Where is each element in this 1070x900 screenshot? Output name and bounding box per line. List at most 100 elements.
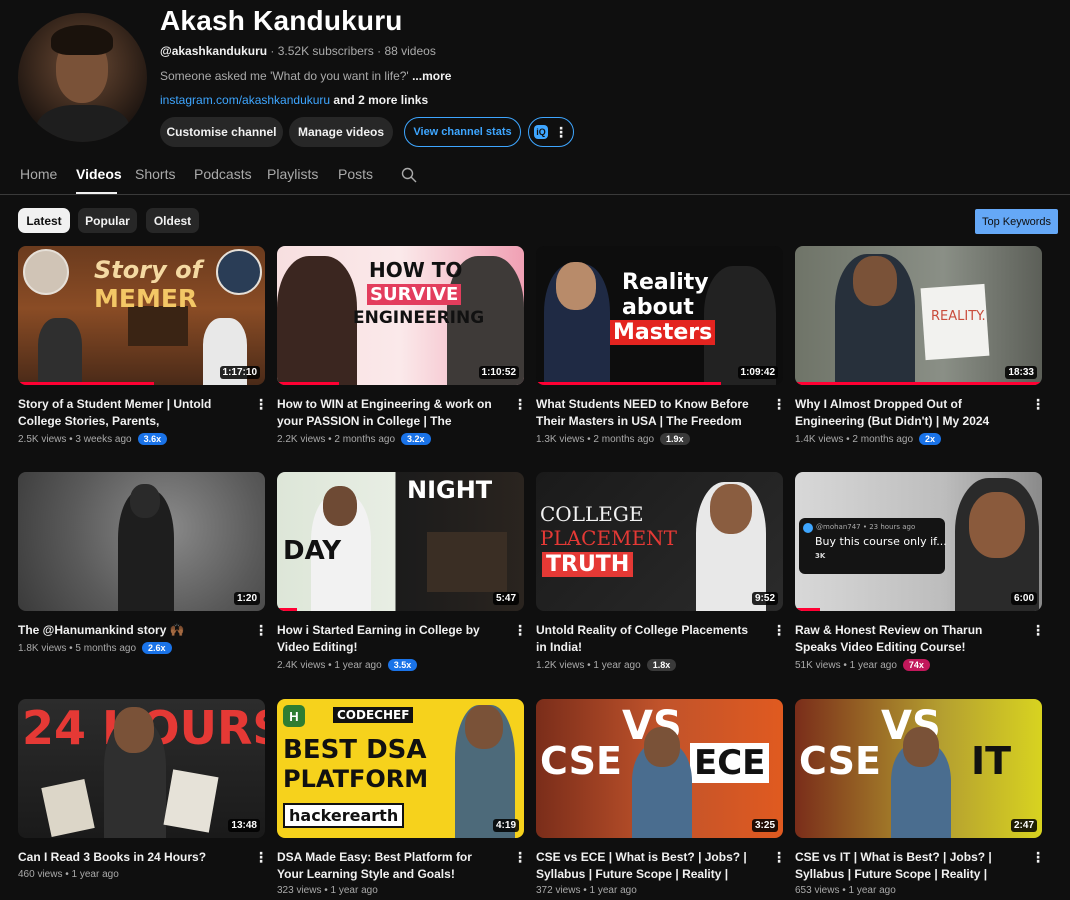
- upload-age: 1 year ago: [330, 885, 378, 896]
- more-vert-icon[interactable]: ⋮: [1031, 849, 1045, 866]
- customise-channel-button[interactable]: Customise channel: [160, 117, 283, 147]
- video-title[interactable]: DSA Made Easy: Best Platform for Your Le…: [277, 849, 499, 883]
- more-vert-icon: ⋮: [554, 124, 568, 140]
- extension-button[interactable]: iQ ⋮: [528, 117, 574, 147]
- search-icon[interactable]: [401, 167, 417, 183]
- description-more[interactable]: ...more: [412, 69, 451, 83]
- more-vert-icon[interactable]: ⋮: [513, 622, 527, 639]
- filter-oldest[interactable]: Oldest: [146, 208, 199, 233]
- video-title[interactable]: Can I Read 3 Books in 24 Hours?: [18, 849, 240, 866]
- view-count: 1.2K views: [536, 659, 585, 671]
- video-thumbnail[interactable]: CSE VS IT 2:47: [795, 699, 1042, 838]
- tab-playlists[interactable]: Playlists: [267, 166, 318, 182]
- outlier-badge: 3.2x: [401, 433, 431, 445]
- video-card[interactable]: DAY NIGHT 5:47 How i Started Earning in …: [277, 472, 527, 671]
- video-thumbnail[interactable]: Story of MEMER 1:17:10: [18, 246, 265, 385]
- more-vert-icon[interactable]: ⋮: [772, 396, 786, 413]
- tab-posts[interactable]: Posts: [338, 166, 373, 182]
- video-thumbnail[interactable]: 24 HOURS 13:48: [18, 699, 265, 838]
- watch-progress-bar: [277, 382, 339, 385]
- more-vert-icon[interactable]: ⋮: [1031, 622, 1045, 639]
- video-card[interactable]: Story of MEMER 1:17:10 Story of a Studen…: [18, 246, 268, 445]
- manage-videos-button[interactable]: Manage videos: [289, 117, 393, 147]
- instagram-link[interactable]: instagram.com/akashkandukuru: [160, 93, 330, 107]
- more-vert-icon[interactable]: ⋮: [254, 849, 268, 866]
- view-channel-stats-button[interactable]: View channel stats: [404, 117, 521, 147]
- video-thumbnail[interactable]: H CODECHEF BEST DSA PLATFORM hackerearth…: [277, 699, 524, 838]
- channel-header: Akash Kandukuru @akashkandukuru · 3.52K …: [0, 0, 1070, 155]
- thumbnail-text: TRUTH: [542, 552, 634, 577]
- thumbnail-text: REALITY.: [931, 309, 986, 324]
- video-title[interactable]: CSE vs IT | What is Best? | Jobs? | Syll…: [795, 849, 1017, 883]
- video-duration: 3:25: [751, 819, 778, 832]
- upload-age: 2 months ago: [593, 433, 655, 445]
- video-meta: 2.4K views • 1 year ago 3.5x: [277, 659, 418, 671]
- video-card[interactable]: CSE VS IT 2:47 CSE vs IT | What is Best?…: [795, 699, 1045, 896]
- video-card[interactable]: COLLEGE PLACEMENT TRUTH 9:52 Untold Real…: [536, 472, 786, 671]
- video-thumbnail[interactable]: CSE VS ECE 3:25: [536, 699, 783, 838]
- more-vert-icon[interactable]: ⋮: [513, 849, 527, 866]
- filter-popular[interactable]: Popular: [78, 208, 137, 233]
- video-card[interactable]: HOW TO SURVIVE ENGINEERING 1:10:52 How t…: [277, 246, 527, 445]
- video-duration: 18:33: [1005, 366, 1037, 379]
- video-card[interactable]: REALITY. 18:33 Why I Almost Dropped Out …: [795, 246, 1045, 445]
- top-keywords-button[interactable]: Top Keywords: [975, 209, 1058, 234]
- upload-age: 1 year ago: [848, 885, 896, 896]
- more-links[interactable]: and 2 more links: [330, 93, 428, 107]
- upload-age: 2 months ago: [334, 433, 396, 445]
- video-title[interactable]: Why I Almost Dropped Out of Engineering …: [795, 396, 1017, 430]
- tab-home[interactable]: Home: [20, 166, 57, 182]
- video-thumbnail[interactable]: DAY NIGHT 5:47: [277, 472, 524, 611]
- view-count: 2.2K views: [277, 433, 326, 445]
- thumbnail-text: Buy this course only if...: [815, 535, 947, 548]
- more-vert-icon[interactable]: ⋮: [772, 849, 786, 866]
- thumbnail-text: ECE: [690, 743, 770, 783]
- video-card[interactable]: 24 HOURS 13:48 Can I Read 3 Books in 24 …: [18, 699, 268, 880]
- video-thumbnail[interactable]: 1:20: [18, 472, 265, 611]
- channel-avatar[interactable]: [18, 13, 147, 142]
- video-meta: 460 views • 1 year ago: [18, 869, 119, 880]
- video-card[interactable]: H CODECHEF BEST DSA PLATFORM hackerearth…: [277, 699, 527, 896]
- outlier-badge: 3.6x: [137, 433, 168, 445]
- video-title[interactable]: The @Hanumankind story 🙌🏾: [18, 622, 240, 639]
- video-title[interactable]: How to WIN at Engineering & work on your…: [277, 396, 499, 430]
- video-thumbnail[interactable]: HOW TO SURVIVE ENGINEERING 1:10:52: [277, 246, 524, 385]
- video-duration: 1:10:52: [478, 366, 519, 379]
- video-thumbnail[interactable]: Reality about Masters 1:09:42: [536, 246, 783, 385]
- view-count: 1.4K views: [795, 433, 844, 445]
- video-card[interactable]: Reality about Masters 1:09:42 What Stude…: [536, 246, 786, 445]
- channel-description[interactable]: Someone asked me 'What do you want in li…: [160, 69, 451, 83]
- video-card[interactable]: CSE VS ECE 3:25 CSE vs ECE | What is Bes…: [536, 699, 786, 896]
- video-title[interactable]: Story of a Student Memer | Untold Colleg…: [18, 396, 240, 430]
- view-count: 2.5K views: [18, 433, 67, 445]
- more-vert-icon[interactable]: ⋮: [1031, 396, 1045, 413]
- video-title[interactable]: What Students NEED to Know Before Their …: [536, 396, 758, 430]
- filter-latest[interactable]: Latest: [18, 208, 70, 233]
- outlier-badge: 74x: [902, 659, 930, 671]
- tab-shorts[interactable]: Shorts: [135, 166, 175, 182]
- view-count: 1.3K views: [536, 433, 585, 445]
- video-title[interactable]: How i Started Earning in College by Vide…: [277, 622, 499, 656]
- video-duration: 6:00: [1010, 592, 1037, 605]
- video-duration: 9:52: [751, 592, 778, 605]
- more-vert-icon[interactable]: ⋮: [772, 622, 786, 639]
- more-vert-icon[interactable]: ⋮: [254, 622, 268, 639]
- video-title[interactable]: Untold Reality of College Placements in …: [536, 622, 758, 656]
- video-title[interactable]: CSE vs ECE | What is Best? | Jobs? | Syl…: [536, 849, 758, 883]
- more-vert-icon[interactable]: ⋮: [513, 396, 527, 413]
- outlier-badge: 3.5x: [387, 659, 418, 671]
- video-thumbnail[interactable]: COLLEGE PLACEMENT TRUTH 9:52: [536, 472, 783, 611]
- tab-podcasts[interactable]: Podcasts: [194, 166, 252, 182]
- video-thumbnail[interactable]: REALITY. 18:33: [795, 246, 1042, 385]
- tab-videos[interactable]: Videos: [76, 166, 122, 182]
- thumbnail-text: CODECHEF: [333, 707, 414, 723]
- video-card[interactable]: @mohan747 • 23 hours ago Buy this course…: [795, 472, 1045, 671]
- active-tab-indicator: [76, 192, 117, 194]
- more-vert-icon[interactable]: ⋮: [254, 396, 268, 413]
- video-card[interactable]: 1:20 The @Hanumankind story 🙌🏾 ⋮ 1.8K vi…: [18, 472, 268, 654]
- video-duration: 1:09:42: [737, 366, 778, 379]
- video-title[interactable]: Raw & Honest Review on Tharun Speaks Vid…: [795, 622, 1017, 656]
- video-duration: 13:48: [228, 819, 260, 832]
- video-thumbnail[interactable]: @mohan747 • 23 hours ago Buy this course…: [795, 472, 1042, 611]
- watch-progress-bar: [18, 382, 154, 385]
